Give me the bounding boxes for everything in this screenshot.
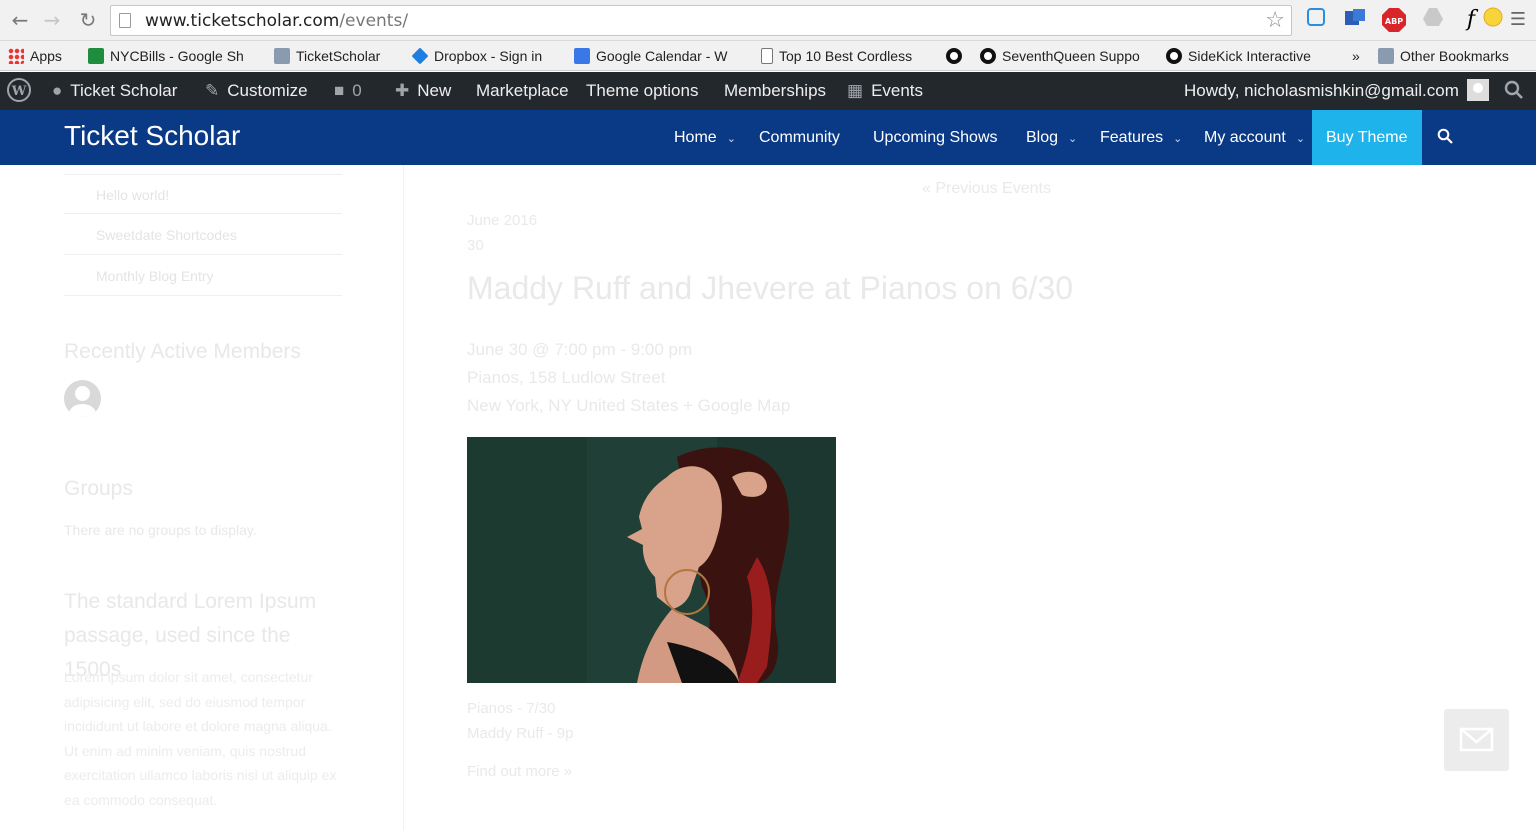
contact-button[interactable] (1444, 709, 1509, 771)
document-icon (761, 48, 773, 64)
search-icon[interactable] (1437, 128, 1453, 144)
bookmark-top-10[interactable]: Top 10 Best Cordless (761, 45, 912, 67)
menu-community[interactable]: Community (759, 110, 840, 165)
page-content: Hello world! Sweetdate Shortcodes Monthl… (0, 165, 1536, 830)
forward-arrow-icon[interactable]: → (40, 8, 64, 32)
menu-features[interactable]: Features ⌄ (1100, 110, 1182, 165)
wp-howdy-account[interactable]: Howdy, nicholasmishkin@gmail.com (1184, 72, 1489, 110)
event-datetime: June 30 @ 7:00 pm - 9:00 pm (467, 340, 693, 359)
calendar-icon (574, 48, 590, 64)
site-header: Ticket Scholar Home ⌄ Community Upcoming … (0, 110, 1536, 165)
wp-admin-bar: W ● Ticket Scholar ✎ Customize ■ 0 ✚ New Mar… (0, 72, 1536, 110)
folder-icon (1378, 48, 1394, 64)
chevron-down-icon: ⌄ (1295, 133, 1306, 145)
chevron-down-icon: ⌄ (726, 133, 736, 145)
sidebar-link[interactable]: Sweetdate Shortcodes (64, 215, 342, 255)
event-photo[interactable] (467, 437, 836, 683)
chevron-down-icon: ⌄ (1173, 133, 1183, 145)
bookmark-other[interactable]: Other Bookmarks (1378, 45, 1509, 67)
o-logo-icon (980, 48, 996, 64)
page-icon (119, 13, 131, 28)
dropbox-icon (411, 47, 429, 65)
members-heading: Recently Active Members (64, 340, 301, 363)
bookmark-seventhqueen[interactable]: SeventhQueen Suppo (980, 45, 1140, 67)
wp-new[interactable]: ✚ New (395, 72, 451, 110)
menu-buy-theme[interactable]: Buy Theme (1312, 110, 1422, 165)
wp-memberships[interactable]: Memberships (724, 72, 826, 110)
bookmark-dropbox[interactable]: Dropbox - Sign in (411, 45, 542, 67)
bookmarks-overflow[interactable]: » (1352, 45, 1360, 67)
search-icon[interactable] (1504, 72, 1524, 110)
wp-marketplace[interactable]: Marketplace (476, 72, 569, 110)
reload-icon[interactable]: ↻ (76, 8, 100, 32)
drive-icon[interactable] (1421, 7, 1445, 33)
event-price-line: Pianos - 7/30 (467, 700, 556, 717)
brush-icon: ✎ (205, 81, 220, 100)
bookmark-o-1[interactable] (946, 45, 968, 67)
member-avatar[interactable] (64, 380, 101, 417)
o-logo-icon (1166, 48, 1182, 64)
event-location[interactable]: New York, NY United States + Google Map (467, 396, 790, 416)
url-text: www.ticketscholar.com/events/ (145, 11, 409, 31)
plus-icon: ✚ (395, 81, 410, 100)
svg-text:W: W (11, 84, 27, 99)
site-title[interactable]: Ticket Scholar (64, 120, 240, 152)
comment-bubble-icon: ■ (334, 81, 345, 100)
chrome-menu-icon[interactable]: ☰ (1508, 7, 1528, 33)
lorem-text: Lorem ipsum dolor sit amet, consectetur … (64, 669, 337, 808)
address-bar[interactable]: www.ticketscholar.com/events/ ☆ (110, 5, 1292, 36)
menu-my-account[interactable]: My account ⌄ (1204, 110, 1305, 165)
wp-theme-options[interactable]: Theme options (586, 72, 698, 110)
event-venue: Pianos, 158 Ludlow Street (467, 368, 666, 387)
bookmarks-bar: Apps NYCBills - Google Sh TicketScholar … (0, 41, 1536, 71)
wp-customize[interactable]: ✎ Customize (205, 72, 308, 110)
wordpress-logo-icon[interactable]: W (6, 72, 32, 110)
bookmark-star-icon[interactable]: ☆ (1265, 8, 1285, 33)
bookmark-nycbills[interactable]: NYCBills - Google Sh (88, 45, 244, 67)
emoji-extension-icon[interactable] (1483, 7, 1503, 33)
event-day: 30 (467, 237, 484, 254)
bookmark-apps[interactable]: Apps (8, 45, 62, 67)
previous-events-link[interactable]: « Previous Events (922, 180, 1051, 198)
wp-events[interactable]: ▦ Events (847, 72, 923, 110)
o-logo-icon (946, 48, 962, 64)
groups-heading: Groups (64, 477, 133, 500)
formula-extension-icon[interactable]: f (1460, 7, 1482, 33)
menu-home[interactable]: Home ⌄ (674, 110, 736, 165)
bookmark-sidekick[interactable]: SideKick Interactive (1166, 45, 1311, 67)
bookmark-google-calendar[interactable]: Google Calendar - W (574, 45, 728, 67)
bookmark-ticketscholar[interactable]: TicketScholar (274, 45, 380, 67)
wp-site-name[interactable]: ● Ticket Scholar (52, 72, 177, 110)
groups-empty-text: There are no groups to display. (64, 522, 257, 538)
sheets-icon (88, 48, 104, 64)
extension-square-icon[interactable] (1305, 7, 1327, 33)
wp-comments[interactable]: ■ 0 (334, 72, 362, 110)
find-out-more-link[interactable]: Find out more » (467, 763, 572, 780)
browser-toolbar: ← → ↻ www.ticketscholar.com/events/ ☆ AB… (0, 0, 1536, 41)
svg-text:ABP: ABP (1385, 17, 1403, 26)
event-title: Maddy Ruff and Jhevere at Pianos on 6/30 (467, 270, 1074, 306)
menu-blog[interactable]: Blog ⌄ (1026, 110, 1077, 165)
folder-icon (274, 48, 290, 64)
user-avatar-icon (1466, 79, 1489, 101)
adblock-icon[interactable]: ABP (1381, 7, 1407, 33)
apps-grid-icon (8, 48, 24, 64)
translate-extension-icon[interactable] (1342, 7, 1368, 33)
event-month: June 2016 (467, 212, 538, 229)
sidebar-link[interactable]: Hello world! (64, 174, 342, 214)
sidebar-link[interactable]: Monthly Blog Entry (64, 256, 342, 296)
menu-upcoming-shows[interactable]: Upcoming Shows (873, 110, 998, 165)
sidebar: Hello world! Sweetdate Shortcodes Monthl… (0, 165, 404, 830)
dashboard-icon: ● (52, 81, 63, 100)
event-artists-line: Maddy Ruff - 9p (467, 725, 574, 742)
chevron-down-icon: ⌄ (1068, 133, 1078, 145)
back-arrow-icon[interactable]: ← (8, 8, 32, 32)
calendar-icon: ▦ (847, 81, 864, 100)
